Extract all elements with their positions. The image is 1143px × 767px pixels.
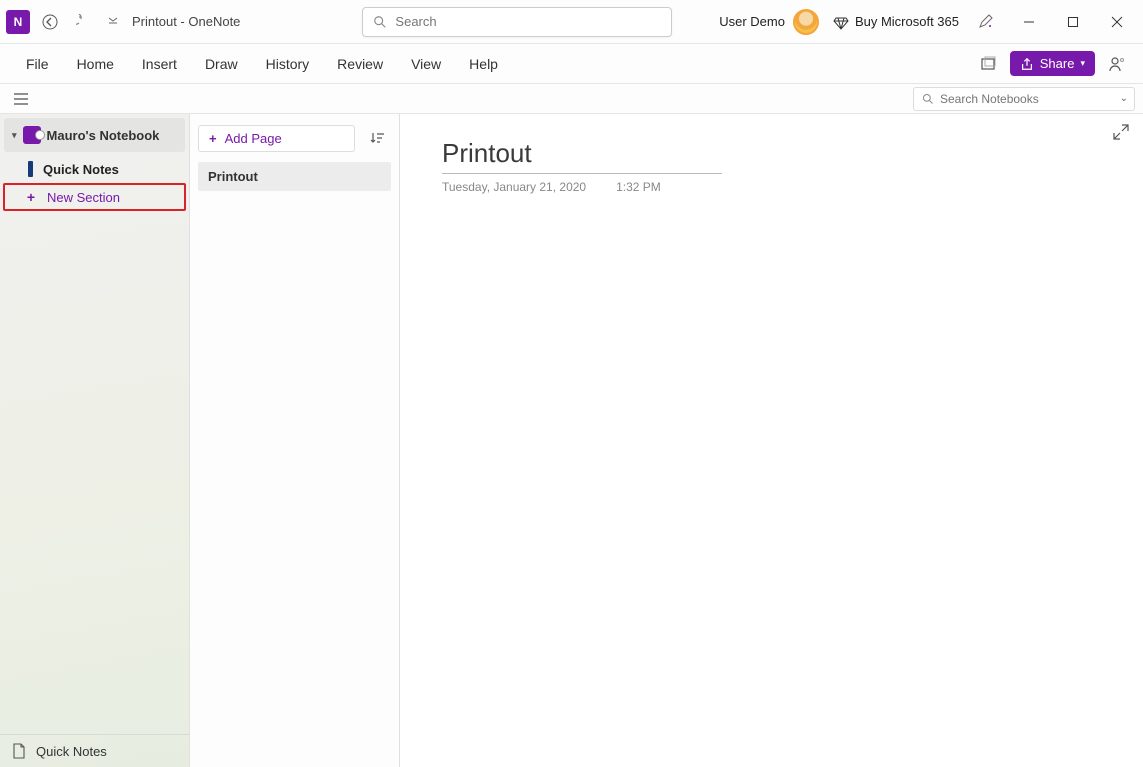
share-icon [1020,57,1034,71]
back-button[interactable] [36,8,64,36]
note-time: 1:32 PM [616,180,661,194]
doc-title: Printout [132,14,177,29]
notebook-name: Mauro's Notebook [47,128,160,143]
main: ▾ Mauro's Notebook Quick Notes + New Sec… [0,114,1143,767]
tab-review[interactable]: Review [323,50,397,78]
notebook-icon [23,126,41,144]
sort-pages-button[interactable] [363,124,391,152]
tab-home[interactable]: Home [63,50,128,78]
minimize-icon [1023,16,1035,28]
chevron-down-icon: ▾ [1080,58,1085,69]
search-icon [922,93,934,105]
tab-file[interactable]: File [12,50,63,78]
app-icon: N [6,10,30,34]
window-icon [980,56,996,72]
sidebar-footer-quick-notes[interactable]: Quick Notes [0,734,189,767]
user-account[interactable]: User Demo [719,9,819,35]
maximize-button[interactable] [1053,7,1093,37]
close-icon [1111,16,1123,28]
section-tab-indicator [28,161,33,177]
minimize-button[interactable] [1009,7,1049,37]
chevron-down-icon[interactable]: ⌄ [1120,93,1128,104]
tab-draw[interactable]: Draw [191,50,252,78]
titlebar: N Printout - OneNote User Demo Buy Micro… [0,0,1143,44]
arrow-left-icon [42,14,58,30]
share-button[interactable]: Share ▾ [1010,51,1095,76]
person-icon [1108,55,1126,73]
search-notebooks[interactable]: ⌄ [913,87,1135,111]
window-title: Printout - OneNote [132,14,240,29]
tab-view[interactable]: View [397,50,455,78]
app-name: OneNote [188,14,240,29]
search-icon [373,15,387,29]
chevron-down-icon: ▾ [12,130,17,141]
sidebar: ▾ Mauro's Notebook Quick Notes + New Sec… [0,114,190,767]
new-section-button[interactable]: + New Section [3,183,186,211]
people-button[interactable] [1103,50,1131,78]
expand-button[interactable] [1113,124,1129,140]
page-icon [12,743,26,759]
page-item[interactable]: Printout [198,162,391,191]
section-label: Quick Notes [43,162,119,177]
nav-toggle-button[interactable] [8,86,34,112]
note-title[interactable]: Printout [442,138,722,174]
window-controls [1009,7,1137,37]
ribbon: File Home Insert Draw History Review Vie… [0,44,1143,84]
editor[interactable]: Printout Tuesday, January 21, 2020 1:32 … [400,114,1143,767]
undo-button[interactable] [70,8,98,36]
global-search[interactable] [362,7,672,37]
notebook-header[interactable]: ▾ Mauro's Notebook [4,118,185,152]
page-list: + Add Page Printout [190,114,400,767]
search-notebooks-input[interactable] [940,92,1126,106]
sidebar-item-quick-notes[interactable]: Quick Notes [0,156,189,182]
tab-help[interactable]: Help [455,50,512,78]
chevron-down-icon [108,17,118,27]
note-meta: Tuesday, January 21, 2020 1:32 PM [442,180,1113,194]
avatar [793,9,819,35]
buy-microsoft-365[interactable]: Buy Microsoft 365 [833,14,959,30]
note-date: Tuesday, January 21, 2020 [442,180,586,194]
undo-icon [76,14,92,30]
plus-icon: + [209,131,217,146]
user-name-label: User Demo [719,14,785,29]
subbar: ⌄ [0,84,1143,114]
search-input[interactable] [395,14,661,29]
tab-history[interactable]: History [252,50,324,78]
pen-icon [977,14,993,30]
plus-icon: + [25,189,37,205]
maximize-icon [1067,16,1079,28]
hamburger-icon [13,92,29,106]
open-in-window-button[interactable] [974,50,1002,78]
quick-access-dropdown[interactable] [104,8,122,36]
expand-icon [1113,124,1129,140]
sort-icon [369,130,385,146]
diamond-icon [833,14,849,30]
tab-insert[interactable]: Insert [128,50,191,78]
new-section-label: New Section [47,190,120,205]
add-page-button[interactable]: + Add Page [198,125,355,152]
close-button[interactable] [1097,7,1137,37]
pen-tool-button[interactable] [971,8,999,36]
